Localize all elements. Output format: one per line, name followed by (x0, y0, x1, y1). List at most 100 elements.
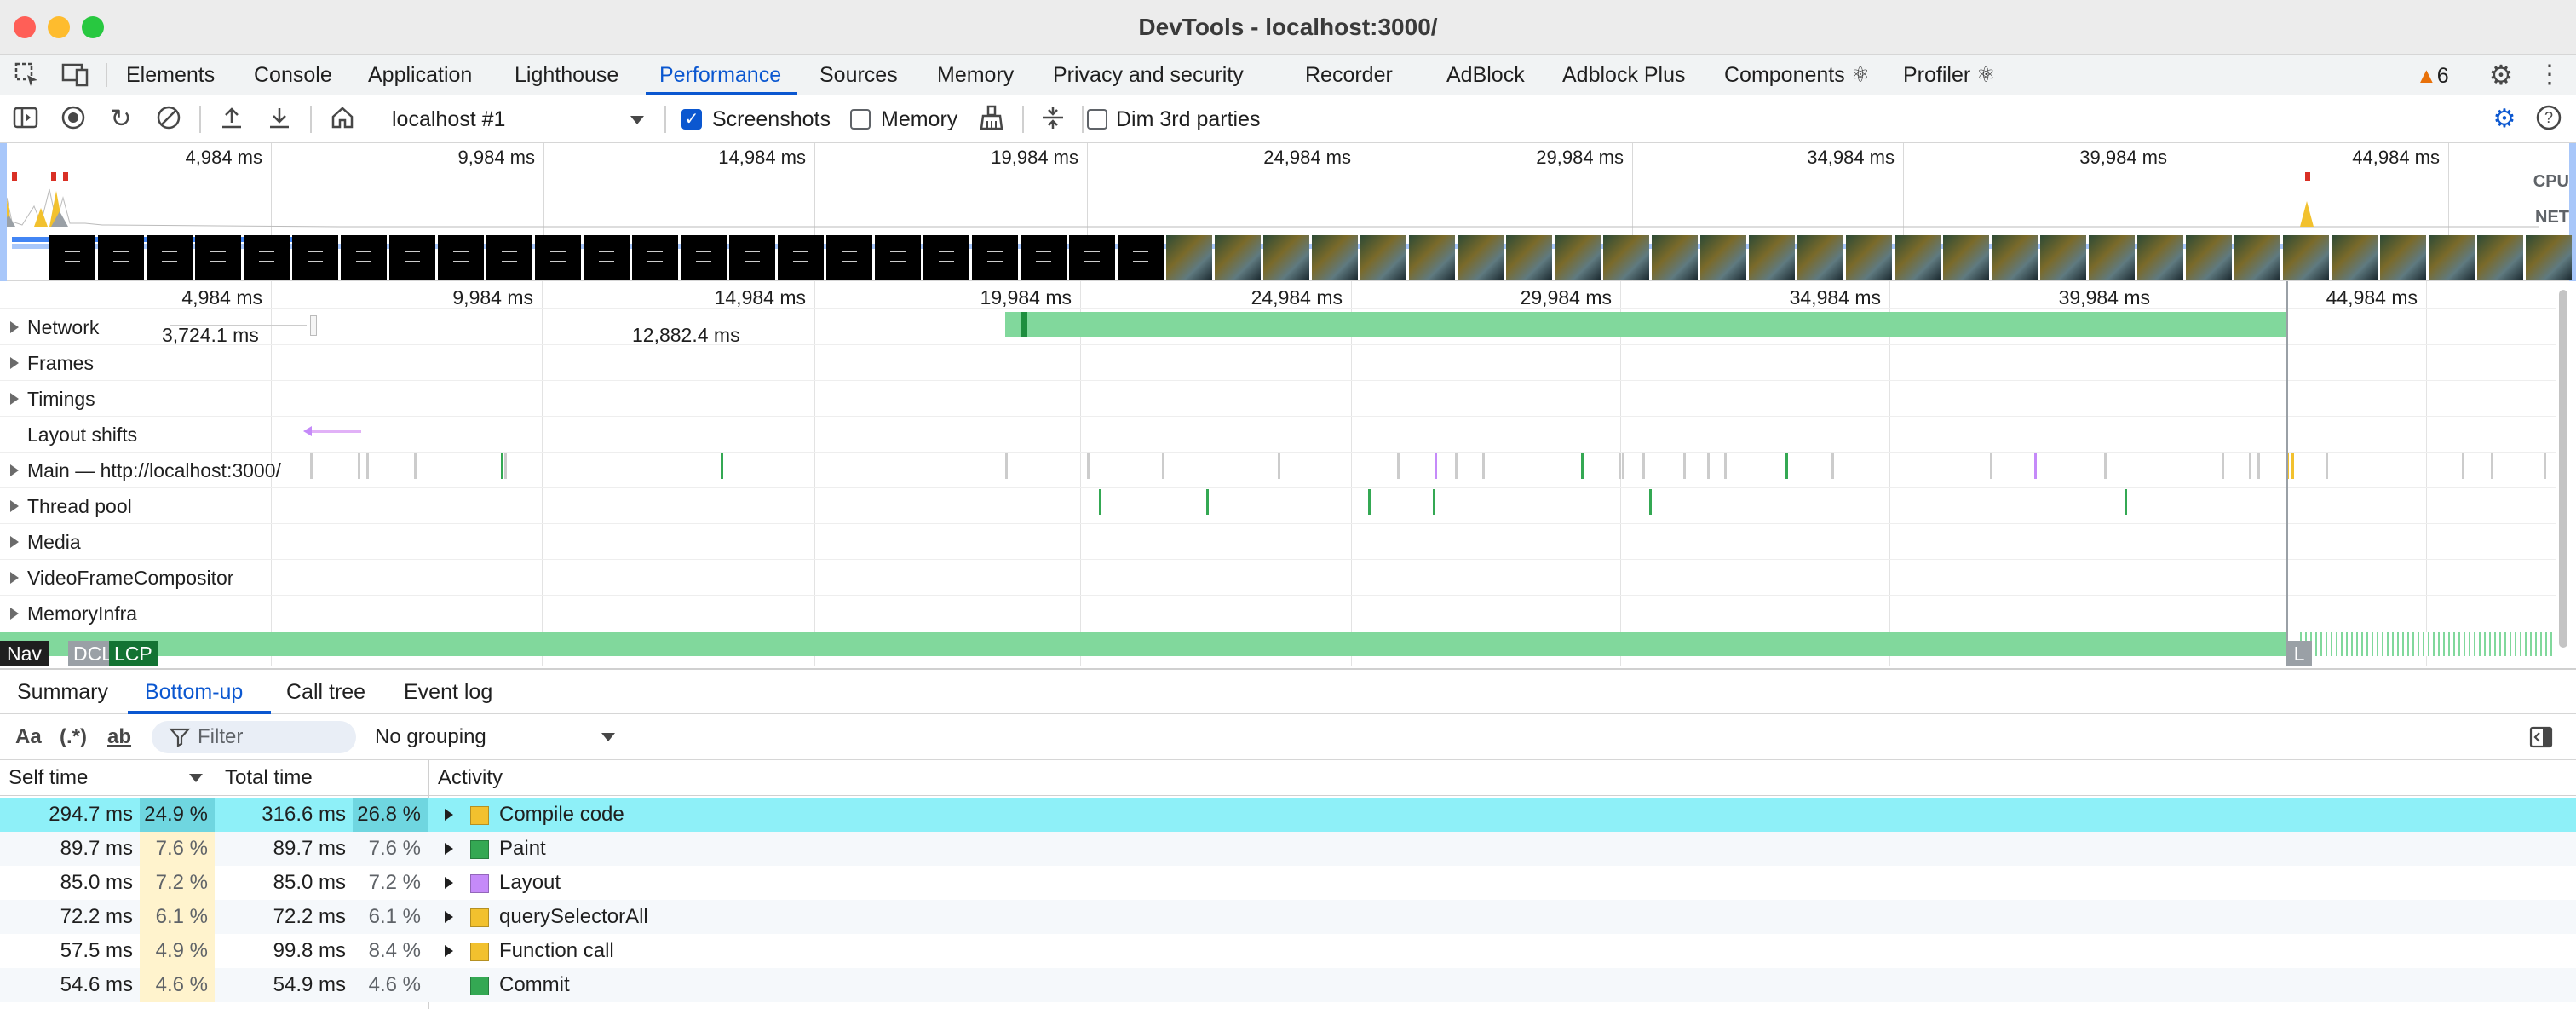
whole-word-toggle[interactable]: ab (107, 714, 131, 760)
tracks-scrollbar[interactable] (2559, 290, 2567, 648)
main-thread-task[interactable] (1831, 453, 1834, 479)
screenshot-thumbnail[interactable] (1700, 235, 1746, 280)
inspect-element-icon[interactable] (14, 61, 41, 89)
memory-checkbox[interactable] (850, 109, 871, 130)
tab-privacy-and-security[interactable]: Privacy and security (1053, 55, 1244, 95)
collect-garbage-icon[interactable] (976, 104, 1007, 135)
main-thread-task[interactable] (1087, 453, 1090, 479)
details-tab-call-tree[interactable]: Call tree (286, 670, 365, 714)
screenshot-thumbnail[interactable] (778, 235, 824, 280)
main-thread-task[interactable] (2544, 453, 2546, 479)
main-thread-task[interactable] (721, 453, 723, 479)
screenshot-thumbnail[interactable] (2526, 235, 2572, 280)
clear-icon[interactable] (153, 104, 184, 135)
main-thread-task[interactable] (1683, 453, 1686, 479)
track-frames[interactable]: Frames (0, 344, 2556, 380)
main-thread-task[interactable] (2491, 453, 2493, 479)
track-thread[interactable]: Thread pool (0, 487, 2556, 523)
main-thread-task[interactable] (1785, 453, 1788, 479)
tab-memory[interactable]: Memory (937, 55, 1014, 95)
main-thread-task[interactable] (504, 453, 507, 479)
main-thread-task[interactable] (1397, 453, 1400, 479)
tab-components[interactable]: Components ⚛ (1724, 55, 1870, 95)
main-thread-task[interactable] (1622, 453, 1624, 479)
network-request-bar[interactable] (1005, 312, 2286, 337)
download-profile-icon[interactable] (264, 104, 295, 135)
main-thread-task[interactable] (1278, 453, 1280, 479)
main-thread-task[interactable] (2034, 453, 2037, 479)
issues-counter[interactable]: ▲6 (2416, 63, 2467, 89)
expand-triangle-icon[interactable] (10, 500, 19, 512)
screenshot-thumbnail[interactable] (2429, 235, 2475, 280)
main-thread-task[interactable] (1482, 453, 1485, 479)
tab-console[interactable]: Console (254, 55, 332, 95)
main-thread-task[interactable] (358, 453, 360, 479)
home-icon[interactable] (327, 104, 358, 135)
screenshot-thumbnail[interactable] (2380, 235, 2426, 280)
screenshot-thumbnail[interactable] (49, 235, 95, 280)
main-thread-task[interactable] (2257, 453, 2260, 479)
screenshot-thumbnail[interactable] (584, 235, 630, 280)
screenshot-thumbnail[interactable] (632, 235, 678, 280)
screenshot-thumbnail[interactable] (2137, 235, 2183, 280)
screenshot-thumbnail[interactable] (486, 235, 532, 280)
device-toolbar-icon[interactable] (60, 61, 90, 89)
expand-triangle-icon[interactable] (10, 464, 19, 476)
activity-header[interactable]: Activity (429, 760, 940, 796)
tab-elements[interactable]: Elements (126, 55, 215, 95)
main-thread-task[interactable] (366, 453, 369, 479)
capture-settings-gear-icon[interactable]: ⚙ (2489, 104, 2520, 135)
dim-third-parties-checkbox[interactable] (1087, 109, 1107, 130)
track-layout[interactable]: Layout shifts (0, 416, 2556, 452)
thread-pool-task[interactable] (1368, 489, 1371, 515)
regex-toggle[interactable]: (.*) (60, 714, 87, 760)
screenshot-thumbnail[interactable] (729, 235, 775, 280)
screenshot-thumbnail[interactable] (2040, 235, 2086, 280)
filter-input[interactable]: Filter (152, 721, 356, 753)
expand-row-icon[interactable] (445, 911, 453, 923)
expand-row-icon[interactable] (445, 945, 453, 957)
screenshot-thumbnail[interactable] (1895, 235, 1941, 280)
screenshot-thumbnail[interactable] (1652, 235, 1698, 280)
screenshot-thumbnail[interactable] (1603, 235, 1649, 280)
main-thread-task[interactable] (501, 453, 503, 479)
expand-row-icon[interactable] (445, 877, 453, 889)
expand-triangle-icon[interactable] (10, 608, 19, 620)
screenshot-thumbnail[interactable] (2477, 235, 2523, 280)
main-thread-task[interactable] (1455, 453, 1458, 479)
screenshots-checkbox[interactable]: ✓ (681, 109, 702, 130)
main-thread-task[interactable] (2462, 453, 2464, 479)
screenshot-thumbnail[interactable] (1166, 235, 1212, 280)
screenshot-thumbnail[interactable] (389, 235, 435, 280)
expand-row-icon[interactable] (445, 809, 453, 821)
main-thread-task[interactable] (1435, 453, 1437, 479)
screenshot-thumbnail[interactable] (2186, 235, 2232, 280)
screenshot-thumbnail[interactable] (1021, 235, 1067, 280)
lcp-marker[interactable]: LCP (109, 641, 158, 666)
screenshot-thumbnail[interactable] (1846, 235, 1892, 280)
screenshot-thumbnail[interactable] (147, 235, 193, 280)
upload-profile-icon[interactable] (216, 104, 247, 135)
main-thread-task[interactable] (1619, 453, 1621, 479)
screenshot-thumbnail[interactable] (923, 235, 969, 280)
screenshot-thumbnail[interactable] (1458, 235, 1504, 280)
main-thread-task[interactable] (1162, 453, 1164, 479)
expand-triangle-icon[interactable] (10, 321, 19, 333)
screenshot-thumbnail[interactable] (292, 235, 338, 280)
tab-lighthouse[interactable]: Lighthouse (515, 55, 618, 95)
timeline-tracks[interactable]: 4,984 ms 9,984 ms 14,984 ms 19,984 ms 24,984… (0, 281, 2576, 666)
screenshot-thumbnail[interactable] (341, 235, 387, 280)
tab-adblock-plus[interactable]: Adblock Plus (1562, 55, 1686, 95)
main-thread-task[interactable] (2222, 453, 2224, 479)
tab-adblock[interactable]: AdBlock (1446, 55, 1525, 95)
track-memoryinfra[interactable]: MemoryInfra (0, 595, 2556, 631)
total-time-header[interactable]: Total time (216, 760, 429, 796)
table-row[interactable]: 85.0 ms 7.2 % 85.0 ms 7.2 % Layout (0, 866, 2576, 900)
network-request-bar[interactable] (310, 315, 317, 336)
details-tab-bottom-up[interactable]: Bottom-up (145, 670, 243, 714)
screenshot-thumbnail[interactable] (1506, 235, 1552, 280)
main-thread-task[interactable] (1707, 453, 1710, 479)
more-options-icon[interactable]: ⋮ (2537, 60, 2562, 90)
screenshot-thumbnail[interactable] (1360, 235, 1406, 280)
tab-performance[interactable]: Performance (659, 55, 781, 95)
